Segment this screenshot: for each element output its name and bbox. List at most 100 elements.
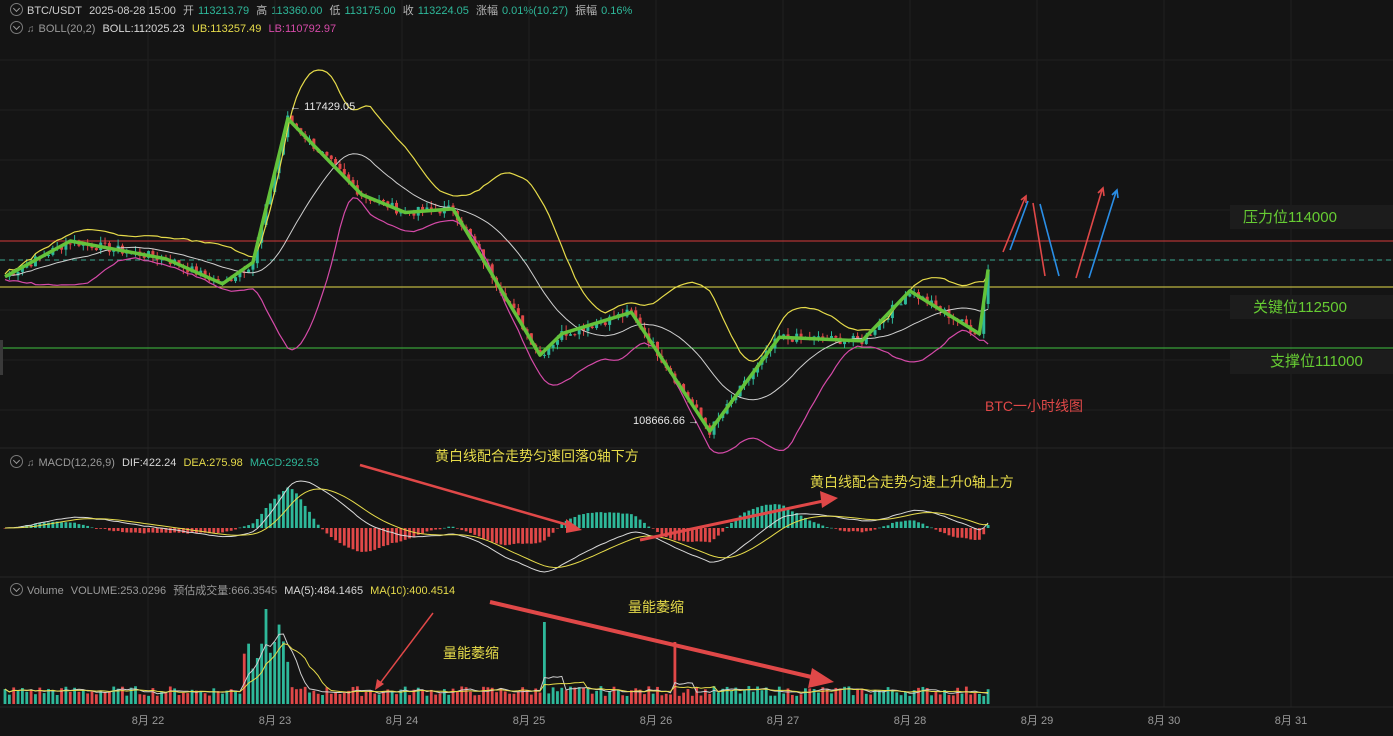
- volume-bar: [508, 693, 511, 704]
- macd-bar: [316, 524, 320, 528]
- macd-bar: [103, 528, 107, 529]
- macd-bar: [751, 508, 755, 528]
- macd-bar: [425, 528, 429, 532]
- macd-bar: [64, 522, 68, 528]
- macd-bar: [795, 513, 799, 528]
- volume-bar: [747, 686, 751, 704]
- x-axis-label: 8月 31: [1275, 715, 1307, 727]
- volume-bar: [3, 689, 7, 704]
- volume-bar: [377, 694, 381, 704]
- pane-resize-handle[interactable]: [0, 340, 3, 375]
- x-axis-label: 8月 22: [132, 715, 164, 727]
- macd-bar: [651, 528, 655, 529]
- macd-bar: [830, 527, 833, 529]
- volume-bar: [155, 695, 159, 704]
- volume-bar: [90, 691, 94, 704]
- volume-bar: [690, 695, 694, 704]
- volume-bar: [964, 686, 968, 704]
- macd-bar: [521, 528, 525, 544]
- macd-bar: [299, 499, 303, 528]
- volume-bar: [973, 693, 977, 704]
- macd-bar: [908, 520, 912, 528]
- volume-bar: [295, 689, 298, 704]
- macd-bar: [603, 512, 607, 528]
- macd-bar: [303, 505, 307, 528]
- volume-bar: [590, 693, 594, 704]
- macd-bar: [395, 528, 398, 543]
- volume-bar: [7, 694, 11, 704]
- macd-bar: [516, 528, 520, 544]
- macd-bar: [860, 528, 864, 533]
- volume-bar: [64, 686, 68, 704]
- macd-bar: [90, 527, 94, 529]
- macd-bar: [873, 528, 877, 530]
- volume-bar: [473, 695, 477, 704]
- macd-bar: [934, 528, 938, 530]
- volume-bar: [264, 609, 268, 704]
- macd-bar: [625, 513, 629, 528]
- volume-bar: [790, 694, 794, 704]
- volume-bar: [342, 692, 346, 704]
- macd-bar: [234, 528, 237, 530]
- macd-bar: [168, 528, 172, 534]
- volume-bar: [808, 688, 812, 704]
- volume-bar: [556, 691, 559, 704]
- low-price-label: 108666.66 →: [633, 415, 699, 427]
- macd-bar: [969, 528, 973, 540]
- volume-bar: [669, 694, 672, 704]
- macd-note-2: 黄白线配合走势匀速上升0轴上方: [810, 474, 1014, 490]
- macd-bar: [469, 528, 472, 534]
- macd-bar: [730, 522, 733, 528]
- macd-bar: [81, 524, 85, 528]
- volume-bar: [434, 694, 438, 704]
- volume-bar: [382, 691, 385, 704]
- candle-body: [338, 163, 342, 169]
- macd-bar: [921, 523, 925, 528]
- macd-bar: [847, 528, 851, 532]
- volume-bar: [469, 691, 472, 704]
- volume-bar: [978, 693, 981, 704]
- macd-bar: [947, 528, 951, 536]
- candle-body: [234, 277, 238, 282]
- volume-bar: [125, 695, 129, 704]
- volume-bar: [177, 695, 181, 704]
- macd-bar: [503, 528, 507, 546]
- chart-canvas[interactable]: 8月 22 8月 23 8月 24 8月 25 8月 26 8月 27 8月 28 8月 29…: [0, 0, 1393, 736]
- volume-bar: [34, 694, 37, 704]
- macd-bar: [899, 521, 903, 528]
- volume-bar: [251, 668, 255, 704]
- macd-bar: [821, 525, 825, 528]
- volume-bar: [456, 691, 459, 704]
- volume-bar: [525, 689, 529, 704]
- volume-bar: [899, 695, 903, 704]
- volume-bar: [403, 686, 407, 704]
- macd-bar: [355, 528, 359, 552]
- volume-bar: [16, 690, 20, 704]
- macd-bar: [121, 528, 124, 533]
- volume-bar: [951, 695, 955, 704]
- volume-bar: [647, 686, 651, 704]
- macd-bar: [221, 528, 224, 533]
- macd-bar: [108, 528, 111, 531]
- volume-bar: [564, 690, 568, 704]
- volume-bar: [586, 688, 590, 704]
- macd-bar: [351, 528, 355, 550]
- macd-bar: [817, 523, 820, 528]
- volume-bar: [608, 691, 612, 704]
- macd-bar: [790, 511, 794, 528]
- volume-bar: [917, 687, 920, 704]
- candle-body: [569, 334, 572, 336]
- volume-bar: [212, 688, 216, 704]
- macd-bar: [973, 528, 977, 540]
- x-axis-label: 8月 25: [513, 715, 545, 727]
- macd-bar: [255, 519, 259, 528]
- volume-bar: [286, 661, 290, 704]
- macd-bar: [486, 528, 490, 540]
- volume-bar: [956, 687, 960, 704]
- volume-bar: [516, 691, 520, 704]
- volume-bar: [138, 694, 142, 704]
- macd-bar: [799, 515, 803, 528]
- forecast-arrow-up: [1002, 197, 1026, 253]
- macd-bar: [290, 489, 294, 528]
- macd-bar: [99, 528, 103, 529]
